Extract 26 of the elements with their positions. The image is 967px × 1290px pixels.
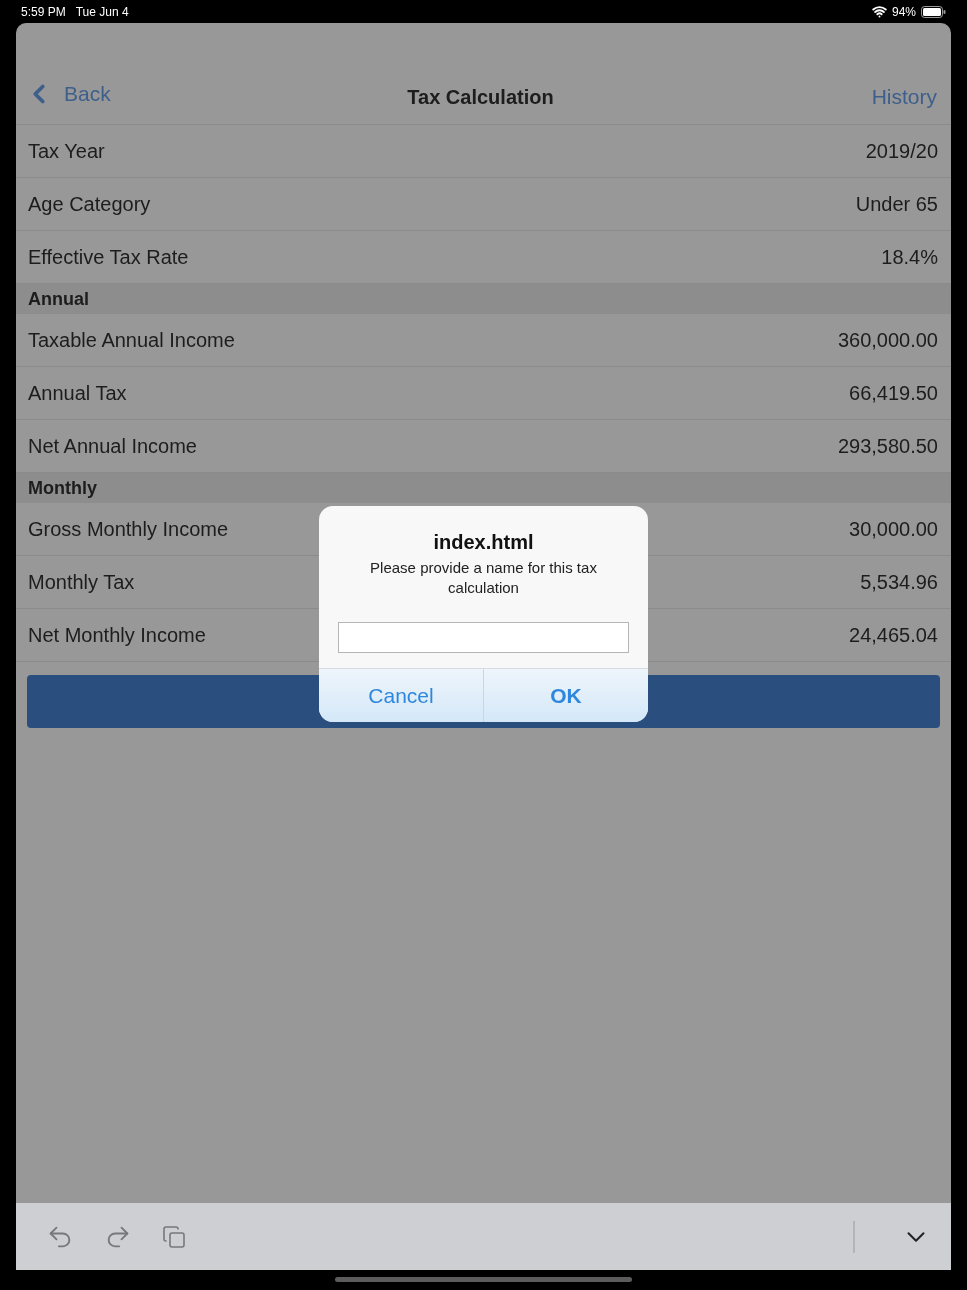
row-label: Taxable Annual Income	[28, 328, 235, 352]
page-title: Tax Calculation	[407, 86, 554, 109]
row-label: Monthly Tax	[28, 570, 135, 594]
row-value: 2019/20	[865, 139, 938, 163]
row-value: 24,465.04	[849, 623, 938, 647]
row-value: 66,419.50	[849, 381, 938, 405]
row-label: Tax Year	[28, 139, 105, 163]
dialog-message: Please provide a name for this tax calculation	[369, 558, 598, 598]
row-value: 18.4%	[881, 245, 938, 269]
row-label: Net Monthly Income	[28, 623, 206, 647]
row-value: 360,000.00	[837, 328, 938, 352]
row-value: 5,534.96	[860, 570, 938, 594]
status-time: 5:59 PM	[21, 4, 66, 19]
row-value: Under 65	[855, 192, 938, 216]
row-label: Gross Monthly Income	[28, 517, 229, 541]
row-label: Effective Tax Rate	[28, 245, 189, 269]
row-label: Age Category	[28, 192, 151, 216]
row-value: 30,000.00	[849, 517, 938, 541]
section-header: Annual	[16, 284, 951, 314]
status-date: Tue Jun 4	[75, 4, 129, 19]
row-value: 293,580.50	[837, 434, 938, 458]
row-label: Annual Tax	[28, 381, 127, 405]
row-label: Net Annual Income	[28, 434, 197, 458]
dialog-title: index.html	[433, 530, 534, 554]
battery-percent: 94%	[891, 4, 916, 19]
section-header: Monthly	[16, 473, 951, 503]
